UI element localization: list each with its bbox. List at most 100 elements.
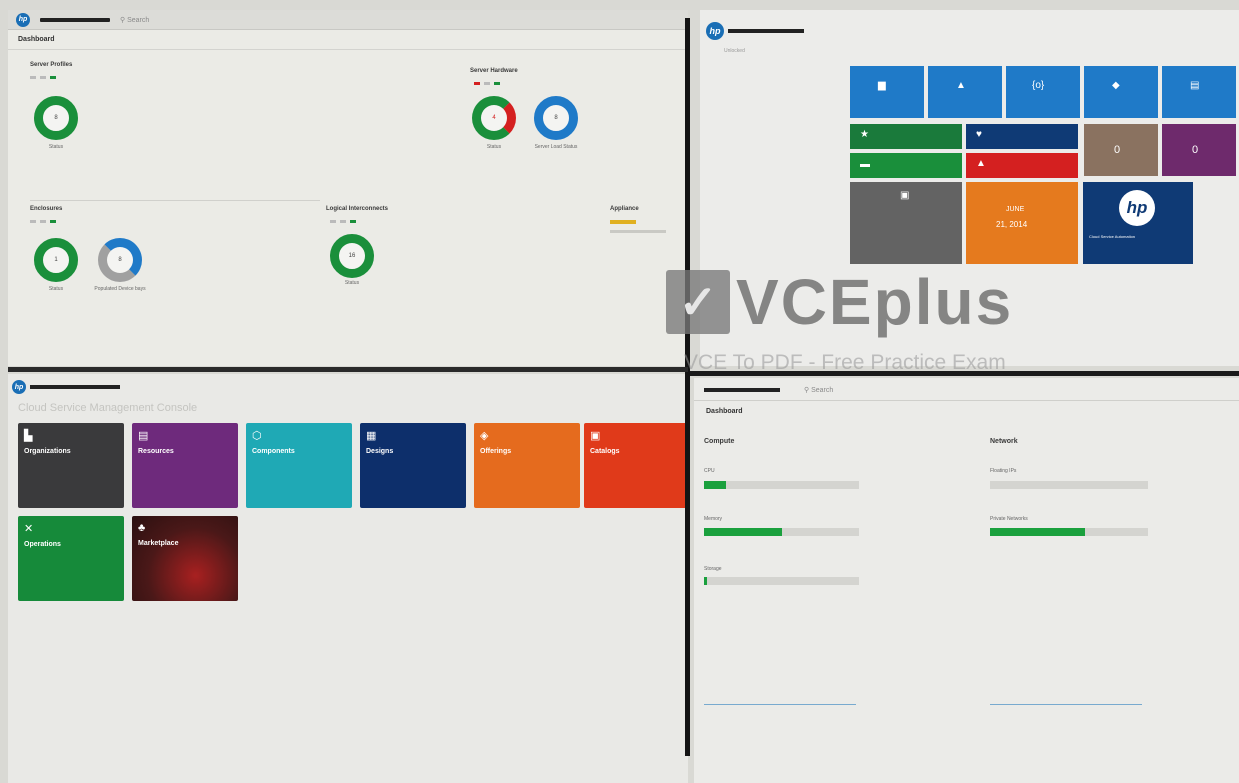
bar-label: Storage — [704, 566, 722, 572]
memory-usage-bar — [704, 528, 859, 536]
bar-fill — [990, 528, 1085, 536]
card-catalogs[interactable]: ▣ Catalogs — [584, 423, 688, 508]
status-counts — [30, 76, 56, 79]
tile-mail[interactable]: ▬ — [850, 153, 962, 178]
portal-subtitle: Unlocked — [724, 48, 745, 54]
section-title-logical-interconnects[interactable]: Logical Interconnects — [326, 206, 388, 212]
card-title: Organizations — [24, 448, 71, 455]
search-label: Search — [811, 387, 834, 394]
server-icon: ▤ — [1190, 80, 1200, 91]
bar-fill — [704, 481, 726, 489]
card-operations[interactable]: ✕ Operations — [18, 516, 124, 601]
hp-logo-icon: hp — [16, 12, 30, 27]
section-title-server-hardware[interactable]: Server Hardware — [470, 68, 518, 74]
appliance-detail — [610, 230, 666, 233]
tile-deploy[interactable]: ▲ — [928, 66, 1002, 118]
tile-count-a[interactable]: 0 — [1084, 124, 1158, 176]
hp-logo-icon: hp — [706, 22, 724, 40]
section-title-server-profiles[interactable]: Server Profiles — [30, 62, 72, 68]
section-title-appliance[interactable]: Appliance — [610, 206, 639, 212]
tile-monitor[interactable]: ▆ — [850, 66, 924, 118]
calendar-month: JUNE — [1006, 206, 1025, 213]
bar-label: CPU — [704, 468, 715, 474]
device-bays-donut[interactable]: 8 — [98, 238, 142, 282]
tile-requests[interactable]: ▣ — [850, 182, 962, 264]
card-offerings[interactable]: ◈ Offerings — [474, 423, 580, 508]
floating-ip-bar — [990, 481, 1148, 489]
hp-logo-icon: hp — [12, 380, 26, 394]
status-counts — [474, 82, 500, 85]
card-title: Operations — [24, 541, 61, 548]
console-title: Cloud Service Management Console — [18, 402, 198, 414]
search-field[interactable]: ⚲ Search — [120, 16, 149, 24]
warning-icon: ▲ — [976, 158, 986, 169]
tile-alerts[interactable]: ▲ — [966, 153, 1078, 178]
bar-label: Floating IPs — [990, 468, 1017, 474]
card-organizations[interactable]: ▙ Organizations — [18, 423, 124, 508]
tile-label: Cloud Service Automation — [1089, 234, 1136, 239]
donut-label: Populated Device bays — [94, 286, 146, 292]
code-icon: {o} — [1032, 80, 1045, 91]
status-donut[interactable]: 4 — [472, 96, 516, 140]
status-counts — [330, 220, 356, 223]
heart-icon: ♥ — [976, 129, 982, 140]
app-name-redacted — [40, 17, 110, 22]
page-title: Dashboard — [706, 408, 743, 415]
search-field[interactable]: ⚲ Search — [804, 386, 833, 394]
tile-learn[interactable]: ◆ — [1084, 66, 1158, 118]
hp-portal-panel: hp Unlocked ▆ ▲ {o} ◆ ▤ ★ ♥ 0 0 ▬ ▲ ▣ JU… — [700, 10, 1239, 366]
bar-fill — [704, 577, 708, 585]
tile-servers[interactable]: ▤ — [1162, 66, 1236, 118]
donut-label: Server Load Status — [534, 144, 578, 150]
marketplace-icon: ♣ — [138, 522, 146, 534]
operations-icon: ✕ — [24, 523, 34, 535]
resource-dashboard-panel: ⚲ Search Dashboard Compute Network CPU M… — [694, 378, 1239, 783]
building-icon: ▙ — [24, 430, 33, 442]
card-title: Offerings — [480, 448, 512, 455]
app-name-redacted — [704, 388, 780, 392]
status-donut[interactable]: 8 — [34, 96, 78, 140]
divider — [694, 400, 1239, 401]
card-resources[interactable]: ▤ Resources — [132, 423, 238, 508]
tile-count-b[interactable]: 0 — [1162, 124, 1236, 176]
card-title: Designs — [366, 448, 394, 455]
status-donut[interactable]: 16 — [330, 234, 374, 278]
mail-icon: ▬ — [860, 159, 870, 170]
card-title: Marketplace — [138, 540, 179, 547]
network-timeline-axis — [990, 704, 1142, 705]
monitor-bezel-vertical — [685, 18, 690, 756]
triangle-icon: ▲ — [956, 80, 966, 91]
section-title-compute: Compute — [704, 438, 735, 445]
divider — [30, 200, 320, 201]
tile-count-value: 0 — [1192, 144, 1199, 156]
card-title: Resources — [138, 448, 174, 455]
page-title: Dashboard — [8, 30, 688, 50]
top-bar: hp ⚲ Search — [8, 10, 688, 30]
tile-favorites[interactable]: ★ — [850, 124, 962, 149]
tile-hp-csa[interactable]: hp Cloud Service Automation — [1083, 182, 1193, 264]
resources-icon: ▤ — [138, 430, 149, 442]
star-icon: ★ — [860, 129, 869, 140]
tile-health[interactable]: ♥ — [966, 124, 1078, 149]
card-components[interactable]: ⬡ Components — [246, 423, 352, 508]
cap-icon: ◆ — [1112, 80, 1120, 91]
hp-logo-icon: hp — [1119, 190, 1155, 226]
monitor-bezel-horizontal — [8, 367, 688, 372]
tile-code[interactable]: {o} — [1006, 66, 1080, 118]
section-title-enclosures[interactable]: Enclosures — [30, 206, 62, 212]
catalogs-icon: ▣ — [590, 430, 601, 442]
designs-icon: ▦ — [366, 430, 377, 442]
offerings-icon: ◈ — [480, 430, 489, 442]
components-icon: ⬡ — [252, 430, 262, 442]
monitor-icon: ▆ — [878, 80, 886, 91]
server-load-donut[interactable]: 8 — [534, 96, 578, 140]
card-marketplace[interactable]: ♣ Marketplace — [132, 516, 238, 601]
oneview-dashboard-panel: hp ⚲ Search Dashboard Server Profiles 8 … — [8, 10, 688, 366]
card-designs[interactable]: ▦ Designs — [360, 423, 466, 508]
document-icon: ▣ — [900, 190, 910, 201]
tile-calendar[interactable]: JUNE 21, 2014 — [966, 182, 1078, 264]
monitor-bezel-horizontal — [690, 371, 1239, 376]
status-donut[interactable]: 1 — [34, 238, 78, 282]
compute-timeline-axis — [704, 704, 856, 705]
card-title: Catalogs — [590, 448, 620, 455]
